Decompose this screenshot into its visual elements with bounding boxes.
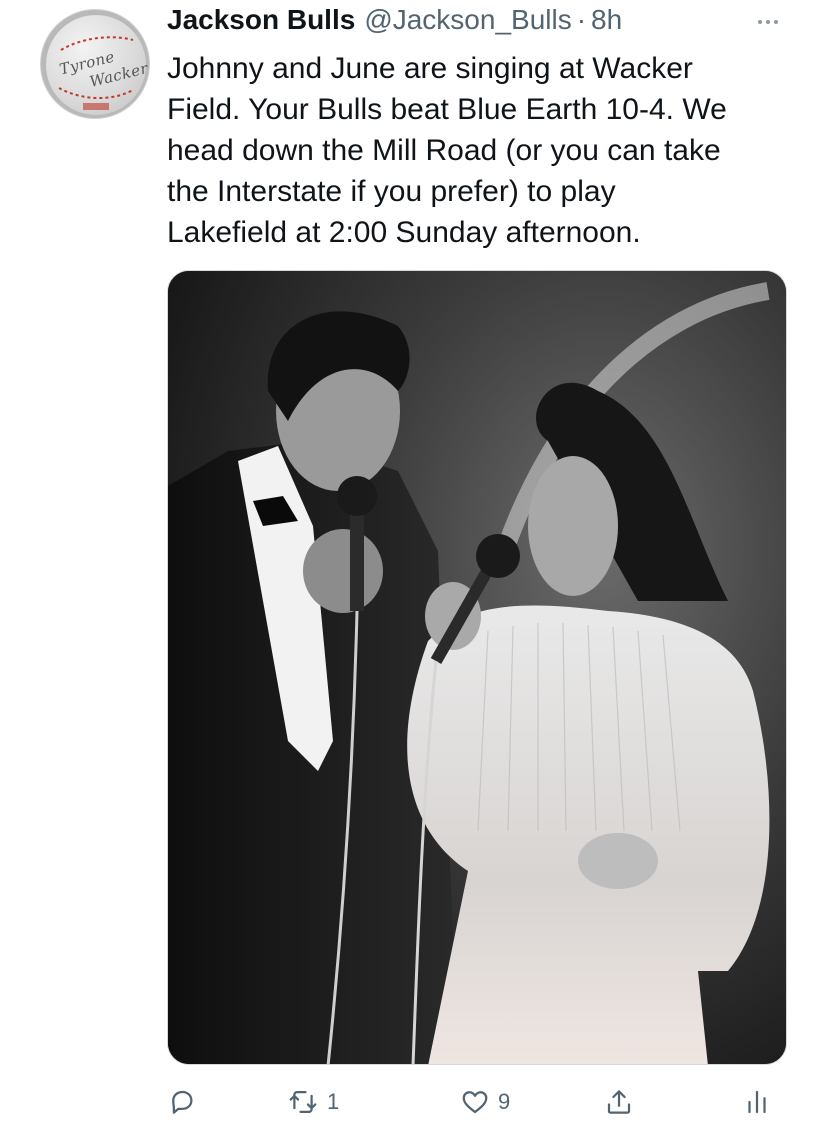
analytics-button[interactable] (742, 1078, 772, 1123)
tweet[interactable]: Tyrone Wacker Jackson Bulls @Jackson_Bul… (0, 0, 827, 1123)
retweet-icon (289, 1091, 317, 1113)
tweet-header: Jackson Bulls @Jackson_Bulls · 8h (167, 4, 622, 44)
photo-duet-singers (168, 271, 786, 1064)
tweet-photo[interactable] (167, 270, 787, 1065)
like-count: 9 (498, 1089, 511, 1114)
separator-dot: · (576, 4, 587, 35)
tweet-text: Johnny and June are singing at Wacker Fi… (167, 52, 727, 249)
more-options-icon[interactable] (748, 8, 788, 36)
analytics-icon (748, 1090, 766, 1114)
avatar[interactable]: Tyrone Wacker (40, 9, 150, 119)
display-name[interactable]: Jackson Bulls (167, 4, 355, 36)
share-button[interactable] (604, 1078, 634, 1123)
reply-button[interactable] (167, 1078, 205, 1123)
retweet-button[interactable]: 1 (287, 1078, 339, 1123)
user-handle[interactable]: @Jackson_Bulls (364, 4, 571, 36)
reply-icon (172, 1090, 193, 1114)
tweet-actions: 1 9 (0, 1078, 827, 1123)
like-button[interactable]: 9 (460, 1078, 510, 1123)
timestamp[interactable]: 8h (591, 4, 622, 36)
share-icon (607, 1090, 631, 1114)
retweet-count: 1 (327, 1089, 340, 1114)
like-icon (462, 1091, 488, 1114)
